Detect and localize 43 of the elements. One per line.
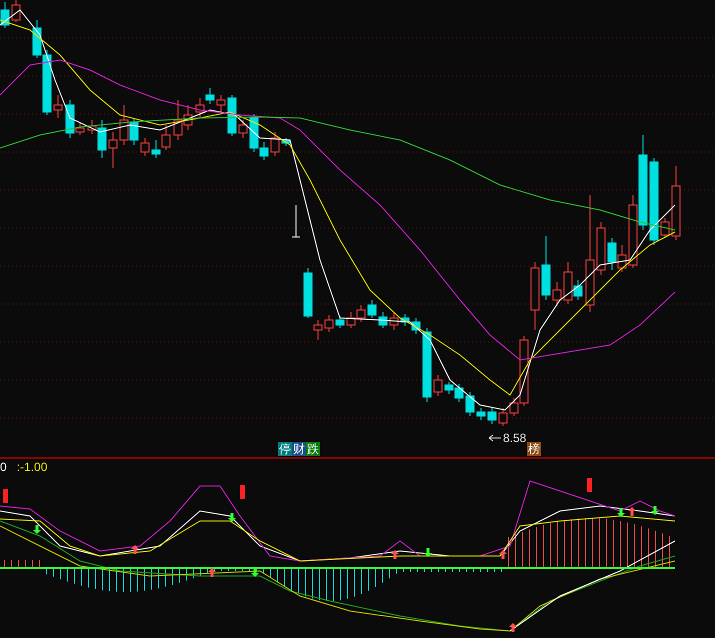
event-badge[interactable]: 财 <box>292 442 306 456</box>
candlestick <box>476 408 486 420</box>
candlestick <box>368 300 376 318</box>
candlestick <box>196 98 204 118</box>
candlestick <box>54 94 62 118</box>
candlestick <box>552 282 562 306</box>
candlestick <box>206 88 214 104</box>
candlestick <box>216 94 226 112</box>
candlestick <box>400 314 410 326</box>
candlestick <box>162 124 170 150</box>
low-price-label: 8.58 <box>503 431 526 445</box>
candlestick <box>660 218 670 238</box>
arrow-icon <box>488 434 502 442</box>
candlestick <box>228 94 236 136</box>
candlestick <box>618 244 626 272</box>
candlestick <box>542 236 550 300</box>
candlestick <box>498 408 508 426</box>
indicator-value: :-1.00 <box>16 460 48 474</box>
candlestick <box>378 312 388 328</box>
rank-badge[interactable]: 榜 <box>527 442 541 456</box>
candlestick <box>390 312 398 330</box>
candlestick <box>608 238 616 270</box>
candlestick <box>108 132 118 168</box>
candlestick <box>238 120 248 138</box>
indicator-name: 0 <box>0 460 7 474</box>
price-marker <box>292 204 300 238</box>
candlestick <box>152 140 160 158</box>
candlestick <box>140 138 150 156</box>
candlestick <box>434 374 442 396</box>
candlestick <box>270 132 280 156</box>
candlestick <box>0 2 10 28</box>
candlestick <box>530 262 540 330</box>
candlestick <box>356 304 366 322</box>
candlestick <box>596 222 606 276</box>
candlestick <box>488 408 496 424</box>
event-badge[interactable]: 跌 <box>306 442 320 456</box>
event-badge[interactable]: 停 <box>278 442 292 456</box>
candlestick <box>336 316 344 328</box>
candlestick <box>346 312 356 328</box>
candlestick <box>324 314 334 332</box>
candlestick <box>412 318 420 334</box>
candlestick <box>282 138 290 146</box>
candlestick <box>466 392 474 416</box>
